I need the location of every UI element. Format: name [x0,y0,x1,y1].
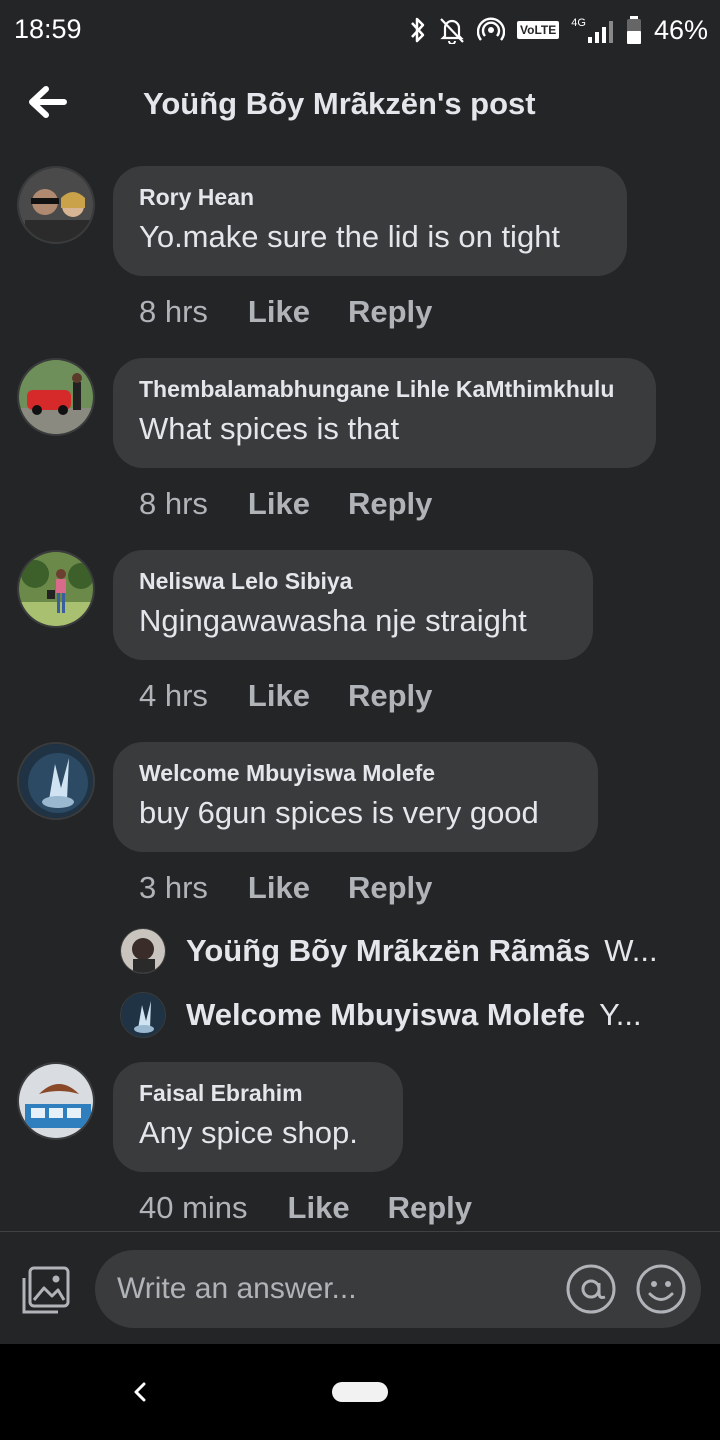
comment-actions: 40 mins Like Reply [139,1188,472,1228]
reply-author: Yoüñg Bõy Mrãkzën Rãmãs [186,933,591,968]
nav-home-button[interactable] [332,1382,388,1402]
comment-time: 8 hrs [139,486,208,521]
mention-icon [566,1264,616,1314]
notifications-off-icon [439,16,465,44]
comment-actions: 8 hrs Like Reply [139,484,432,524]
status-icons: VoLTE 4G 46% [409,12,708,48]
reply-button[interactable]: Reply [388,1190,472,1226]
comment-text: buy 6gun spices is very good [139,795,539,830]
avatar[interactable] [17,550,95,628]
avatar[interactable] [17,742,95,820]
battery-icon [626,16,642,44]
photo-button[interactable] [20,1264,72,1316]
comment-actions: 3 hrs Like Reply [139,868,432,908]
signal-icon: 4G [571,17,614,43]
reply-snippet: Y... [599,997,642,1032]
photo-icon [22,1266,70,1314]
reply-button[interactable]: Reply [348,294,432,330]
comment-text: Ngingawawasha nje straight [139,603,527,638]
comment-time: 40 mins [139,1190,248,1225]
comment-actions: 8 hrs Like Reply [139,292,432,332]
nav-back-button[interactable] [126,1378,154,1406]
nav-back-icon [134,1382,146,1402]
back-arrow-icon [29,86,67,118]
back-button[interactable] [22,80,74,124]
system-nav-bar [0,1344,720,1440]
mention-button[interactable] [565,1263,617,1315]
bluetooth-icon [409,16,427,44]
comment-actions: 4 hrs Like Reply [139,676,432,716]
status-time: 18:59 [14,14,82,44]
comment-bubble[interactable]: Welcome Mbuyiswa Molefe buy 6gun spices … [113,742,598,852]
comment-time: 8 hrs [139,294,208,329]
volte-badge: VoLTE [517,21,560,39]
avatar [120,928,166,974]
status-bar: 18:59 VoLTE 4G 46% [0,0,720,60]
reply-preview[interactable]: Yoüñg Bõy Mrãkzën Rãmãs W... [120,926,680,976]
avatar[interactable] [17,1062,95,1140]
like-button[interactable]: Like [288,1190,350,1226]
comment-bubble[interactable]: Rory Hean Yo.make sure the lid is on tig… [113,166,627,276]
avatar[interactable] [17,358,95,436]
reply-snippet: W... [604,933,658,968]
reply-button[interactable]: Reply [348,870,432,906]
comment-author[interactable]: Faisal Ebrahim [139,1080,377,1107]
network-type-label: 4G [571,17,586,29]
answer-composer: Write an answer... [0,1231,720,1344]
emoji-icon [636,1264,686,1314]
comment-author[interactable]: Rory Hean [139,184,601,211]
avatar[interactable] [17,166,95,244]
comment-bubble[interactable]: Faisal Ebrahim Any spice shop. [113,1062,403,1172]
reply-preview[interactable]: Welcome Mbuyiswa Molefe Y... [120,990,680,1040]
reply-author: Welcome Mbuyiswa Molefe [186,997,586,1032]
comment-text: Yo.make sure the lid is on tight [139,219,561,254]
page-title: Yoüñg Bõy Mrãkzën's post [143,86,536,121]
comment-author[interactable]: Neliswa Lelo Sibiya [139,568,567,595]
comment-text: Any spice shop. [139,1115,358,1150]
comment-bubble[interactable]: Thembalamabhungane Lihle KaMthimkhulu Wh… [113,358,656,468]
comment-time: 3 hrs [139,870,208,905]
answer-input[interactable]: Write an answer... [95,1250,701,1328]
hotspot-icon [477,16,506,44]
comment-text: What spices is that [139,411,400,446]
like-button[interactable]: Like [248,870,310,906]
emoji-button[interactable] [635,1263,687,1315]
reply-button[interactable]: Reply [348,486,432,522]
like-button[interactable]: Like [248,486,310,522]
battery-percentage: 46% [653,14,708,45]
like-button[interactable]: Like [248,294,310,330]
answer-placeholder: Write an answer... [117,1272,357,1305]
comment-time: 4 hrs [139,678,208,713]
comment-bubble[interactable]: Neliswa Lelo Sibiya Ngingawawasha nje st… [113,550,593,660]
reply-button[interactable]: Reply [348,678,432,714]
avatar [120,992,166,1038]
like-button[interactable]: Like [248,678,310,714]
comment-author[interactable]: Welcome Mbuyiswa Molefe [139,760,572,787]
header: Yoüñg Bõy Mrãkzën's post [0,62,720,146]
comment-author[interactable]: Thembalamabhungane Lihle KaMthimkhulu [139,376,630,403]
